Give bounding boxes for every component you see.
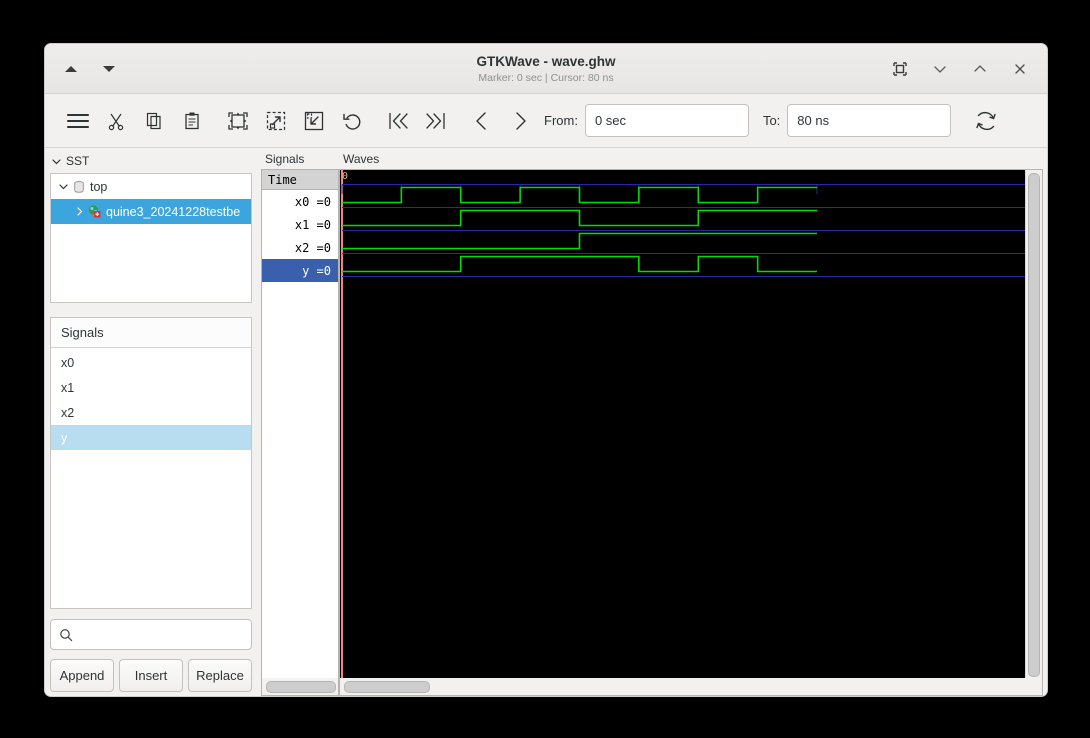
scrollbar-thumb[interactable] (344, 680, 430, 693)
chevron-right-icon[interactable] (73, 206, 86, 217)
signal-name-row-x1[interactable]: x1 =0 (262, 213, 338, 236)
from-input[interactable]: 0 sec (584, 104, 749, 137)
zoom-out-icon[interactable] (295, 102, 333, 140)
from-label: From: (544, 113, 578, 128)
replace-button[interactable]: Replace (188, 659, 252, 692)
maximize-icon[interactable] (971, 60, 989, 78)
window-title: GTKWave - wave.ghw (476, 53, 616, 69)
next-edge-icon[interactable] (501, 102, 539, 140)
waves-title: Waves (343, 152, 380, 166)
search-icon (59, 628, 73, 642)
signal-names-title: Signals (265, 152, 305, 166)
signal-action-buttons: Append Insert Replace (50, 659, 252, 692)
time-origin-label: 0 (342, 171, 349, 182)
sidebar: SST top quine3_20241228testbe Signals x0… (45, 148, 256, 696)
to-label: To: (762, 113, 781, 128)
signal-names-pane: Signals Time x0 =0 x1 =0 x2 =0 y =0 (261, 148, 339, 696)
tree-node-label: quine3_20241228testbe (106, 204, 241, 219)
waves-pane: Waves 0 (339, 148, 1047, 696)
instance-icon (86, 204, 103, 220)
zoom-fit-icon[interactable] (219, 102, 257, 140)
paste-icon[interactable] (173, 102, 211, 140)
scrollbar-thumb[interactable] (1028, 173, 1040, 677)
restore-icon[interactable] (891, 60, 909, 78)
scrollbar-thumb[interactable] (266, 680, 336, 693)
time-header: Time (262, 170, 338, 190)
chevron-down-icon[interactable] (51, 156, 62, 167)
signals-panel-header: Signals (51, 318, 251, 348)
tree-node-label: top (90, 179, 108, 194)
reload-icon[interactable] (967, 102, 1005, 140)
main-body: SST top quine3_20241228testbe Signals x0… (45, 148, 1047, 696)
signal-names-box[interactable]: Time x0 =0 x1 =0 x2 =0 y =0 (261, 169, 339, 678)
signal-name-row-x0[interactable]: x0 =0 (262, 190, 338, 213)
minimize-icon[interactable] (931, 60, 949, 78)
list-item-y[interactable]: y (51, 425, 251, 450)
signal-name-row-y[interactable]: y =0 (262, 259, 338, 282)
undo-icon[interactable] (333, 102, 371, 140)
previous-edge-icon[interactable] (463, 102, 501, 140)
menu-icon[interactable] (59, 102, 97, 140)
sst-label: SST (66, 154, 90, 168)
go-to-start-icon[interactable] (379, 102, 417, 140)
titlebar: GTKWave - wave.ghw Marker: 0 sec | Curso… (45, 44, 1047, 94)
waves-vscrollbar[interactable] (1025, 170, 1042, 678)
gtkwave-window: GTKWave - wave.ghw Marker: 0 sec | Curso… (44, 43, 1048, 697)
signal-name-row-x2[interactable]: x2 =0 (262, 236, 338, 259)
zoom-in-icon[interactable] (257, 102, 295, 140)
tree-node-testbench[interactable]: quine3_20241228testbe (51, 199, 251, 224)
module-icon (70, 179, 87, 195)
chevron-down-icon[interactable] (57, 181, 70, 192)
insert-button[interactable]: Insert (119, 659, 183, 692)
search-input[interactable] (80, 626, 243, 643)
titlebar-left-controls (45, 61, 117, 77)
list-item-x2[interactable]: x2 (51, 400, 251, 425)
signal-names-hscrollbar[interactable] (261, 678, 339, 696)
close-icon[interactable] (1011, 60, 1029, 78)
list-item-x1[interactable]: x1 (51, 375, 251, 400)
tree-node-top[interactable]: top (51, 174, 251, 199)
list-item-x0[interactable]: x0 (51, 350, 251, 375)
sst-tree[interactable]: top quine3_20241228testbe (50, 173, 252, 303)
sst-header[interactable]: SST (50, 152, 252, 170)
search-box[interactable] (50, 619, 252, 650)
triangle-up-icon[interactable] (63, 61, 79, 77)
window-controls (891, 60, 1047, 78)
go-to-end-icon[interactable] (417, 102, 455, 140)
copy-icon[interactable] (135, 102, 173, 140)
append-button[interactable]: Append (50, 659, 114, 692)
signals-list[interactable]: x0 x1 x2 y (51, 348, 251, 608)
signals-panel: Signals x0 x1 x2 y (50, 317, 252, 609)
cut-icon[interactable] (97, 102, 135, 140)
window-subtitle: Marker: 0 sec | Cursor: 80 ns (478, 71, 614, 84)
waves-hscrollbar[interactable] (339, 678, 1043, 696)
toolbar: From: 0 sec To: 80 ns (45, 94, 1047, 148)
waves-canvas-area[interactable]: 0 (339, 169, 1043, 678)
triangle-down-icon[interactable] (101, 61, 117, 77)
wave-canvas[interactable]: 0 (340, 170, 1025, 678)
to-input[interactable]: 80 ns (787, 104, 952, 137)
